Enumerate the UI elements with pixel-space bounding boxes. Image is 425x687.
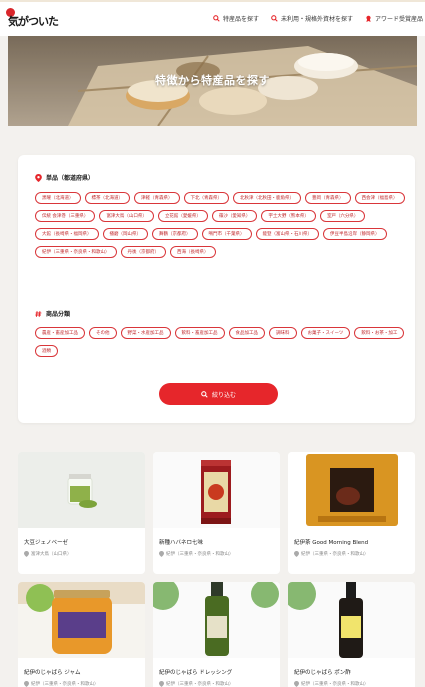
product-card[interactable]: 大豆ジェノベーゼ 富津大鳥（山口県） bbox=[18, 452, 145, 574]
product-card[interactable]: 新種ハバネロ七味 紀伊（三重県・奈良県・和歌山） bbox=[153, 452, 280, 574]
region-tag[interactable]: 紀伊（三重県・奈良県・和歌山） bbox=[35, 246, 117, 258]
product-location: 紀伊（三重県・奈良県・和歌山） bbox=[294, 551, 369, 557]
filter-search-button[interactable]: 絞り込む bbox=[159, 383, 278, 405]
product-image bbox=[18, 452, 145, 528]
nav-find-products[interactable]: 特産品を探す bbox=[213, 14, 259, 23]
product-location-text: 紀伊（三重県・奈良県・和歌山） bbox=[166, 682, 234, 687]
map-pin-icon bbox=[159, 551, 164, 557]
product-card[interactable]: 紀伊のじゃばら ドレッシング 紀伊（三重県・奈良県・和歌山） bbox=[153, 582, 280, 687]
category-tag[interactable]: お菓子・スイーツ bbox=[300, 327, 351, 339]
region-tag[interactable]: 大館（長崎県・福岡県） bbox=[35, 228, 99, 240]
region-filter-title: 単品（都道府県） bbox=[46, 175, 95, 182]
region-tag[interactable]: 宇土大野（熊本県） bbox=[261, 210, 316, 222]
region-tag[interactable]: 伝統 会津巻（三重県） bbox=[35, 210, 96, 222]
region-tag[interactable]: 西海（長崎県） bbox=[170, 246, 216, 258]
region-filter-heading: 単品（都道府県） bbox=[35, 173, 94, 182]
category-tag[interactable]: 飲料・畜産加工品 bbox=[174, 327, 225, 339]
product-image bbox=[153, 582, 280, 658]
category-tag[interactable]: 調味料 bbox=[269, 327, 297, 339]
category-tag[interactable]: 食品加工品 bbox=[228, 327, 265, 339]
category-tag-list: 農産・畜産加工品 その他 野菜・水産加工品 飲料・畜産加工品 食品加工品 調味料 お菓子・ス… bbox=[35, 327, 405, 357]
product-grid: 大豆ジェノベーゼ 富津大鳥（山口県） 新種ハバネロ七味 紀伊（三重県・奈良県・和… bbox=[18, 452, 416, 687]
search-icon bbox=[213, 15, 220, 22]
nav-find-materials[interactable]: 未利用・規格外資材を探す bbox=[271, 14, 353, 23]
search-icon bbox=[271, 15, 278, 22]
product-image bbox=[18, 582, 145, 658]
map-pin-icon bbox=[35, 173, 42, 182]
nav-label: アワード受賞産品 bbox=[374, 16, 423, 23]
site-logo[interactable]: 気がついた bbox=[6, 8, 59, 32]
hash-icon bbox=[35, 310, 42, 317]
product-location: 紀伊（三重県・奈良県・和歌山） bbox=[24, 681, 99, 687]
region-tag[interactable]: 篠沙（愛知県） bbox=[211, 210, 258, 222]
region-tag[interactable]: 丹後（京都府） bbox=[120, 246, 166, 258]
product-location: 紀伊（三重県・奈良県・和歌山） bbox=[159, 551, 234, 557]
product-name: 新種ハバネロ七味 bbox=[159, 540, 204, 546]
site-header: 気がついた 特産品を探す 未利用・規格外資材を探す アワード受賞産品 bbox=[0, 0, 425, 36]
region-tag[interactable]: 標茶（北海道） bbox=[84, 192, 130, 204]
product-name: 紀伊のじゃばら ドレッシング bbox=[159, 670, 233, 676]
product-name: 紀伊茶 Good Morning Blend bbox=[294, 540, 369, 546]
hero-banner: 特徴から特産品を探す bbox=[8, 36, 417, 126]
region-tag[interactable]: 北秋津（北秋田・鹿角県） bbox=[233, 192, 301, 204]
product-image bbox=[288, 582, 415, 658]
product-name: 大豆ジェノベーゼ bbox=[24, 540, 69, 546]
product-card[interactable]: 紀伊のじゃばら ジャム 紀伊（三重県・奈良県・和歌山） bbox=[18, 582, 145, 687]
region-tag[interactable]: 室戸（六分県） bbox=[319, 210, 366, 222]
logo-text: 気がついた bbox=[8, 15, 59, 28]
category-tag[interactable]: 酒類 bbox=[35, 345, 58, 357]
category-tag[interactable]: 野菜・水産加工品 bbox=[120, 327, 171, 339]
map-pin-icon bbox=[24, 681, 29, 687]
map-pin-icon bbox=[294, 681, 299, 687]
product-name: 紀伊のじゃばら ジャム bbox=[24, 670, 81, 676]
region-tag-list: 黒曜（北海道） 標茶（北海道） 津軽（青森県） 下北（青森県） 北秋津（北秋田・鹿角県）… bbox=[35, 192, 405, 258]
region-tag[interactable]: 伊豆半島沿岸（静岡県） bbox=[323, 228, 387, 240]
search-icon bbox=[201, 390, 208, 398]
category-tag[interactable]: その他 bbox=[89, 327, 117, 339]
search-button-label: 絞り込む bbox=[211, 391, 236, 399]
region-tag[interactable]: 舞鶴（京都府） bbox=[152, 228, 198, 240]
product-location-text: 富津大鳥（山口県） bbox=[31, 552, 72, 557]
category-filter-title: 商品分類 bbox=[46, 311, 71, 318]
product-location: 紀伊（三重県・奈良県・和歌山） bbox=[294, 681, 369, 687]
product-location-text: 紀伊（三重県・奈良県・和歌山） bbox=[301, 682, 369, 687]
category-tag[interactable]: 飲料・お茶・加工 bbox=[354, 327, 405, 339]
product-image bbox=[153, 452, 280, 528]
product-location-text: 紀伊（三重県・奈良県・和歌山） bbox=[301, 552, 369, 557]
category-tag[interactable]: 農産・畜産加工品 bbox=[35, 327, 85, 339]
award-icon bbox=[366, 15, 371, 22]
region-tag[interactable]: 津軽（青森県） bbox=[134, 192, 180, 204]
region-tag[interactable]: 富津大鳥（山口県） bbox=[99, 210, 154, 222]
product-card[interactable]: 紀伊のじゃばら ポン酢 紀伊（三重県・奈良県・和歌山） bbox=[288, 582, 415, 687]
region-tag[interactable]: 豊岡（青森県） bbox=[305, 192, 351, 204]
product-location: 富津大鳥（山口県） bbox=[24, 551, 72, 557]
region-tag[interactable]: 西会津（福島県） bbox=[354, 192, 405, 204]
nav-label: 未利用・規格外資材を探す bbox=[280, 16, 353, 23]
header-nav: 特産品を探す 未利用・規格外資材を探す アワード受賞産品 bbox=[213, 14, 423, 23]
nav-label: 特産品を探す bbox=[222, 16, 259, 23]
hero-title: 特徴から特産品を探す bbox=[155, 74, 270, 87]
product-image bbox=[288, 452, 415, 528]
region-tag[interactable]: 黒曜（北海道） bbox=[35, 192, 81, 204]
region-tag[interactable]: 播磨（岡山県） bbox=[102, 228, 148, 240]
category-filter-heading: 商品分類 bbox=[35, 309, 70, 318]
region-tag[interactable]: 鳴門市（千葉県） bbox=[201, 228, 252, 240]
product-name: 紀伊のじゃばら ポン酢 bbox=[294, 670, 351, 676]
product-card[interactable]: 紀伊茶 Good Morning Blend 紀伊（三重県・奈良県・和歌山） bbox=[288, 452, 415, 574]
region-tag[interactable]: 立花館（愛媛県） bbox=[157, 210, 208, 222]
product-location-text: 紀伊（三重県・奈良県・和歌山） bbox=[31, 682, 99, 687]
map-pin-icon bbox=[294, 551, 299, 557]
map-pin-icon bbox=[24, 551, 29, 557]
filter-panel: 単品（都道府県） 黒曜（北海道） 標茶（北海道） 津軽（青森県） 下北（青森県） 北秋津… bbox=[18, 155, 415, 423]
product-location-text: 紀伊（三重県・奈良県・和歌山） bbox=[166, 552, 234, 557]
product-location: 紀伊（三重県・奈良県・和歌山） bbox=[159, 681, 234, 687]
nav-award[interactable]: アワード受賞産品 bbox=[365, 14, 423, 23]
region-tag[interactable]: 下北（青森県） bbox=[183, 192, 229, 204]
map-pin-icon bbox=[159, 681, 164, 687]
region-tag[interactable]: 能登（富山県・石川県） bbox=[255, 228, 319, 240]
